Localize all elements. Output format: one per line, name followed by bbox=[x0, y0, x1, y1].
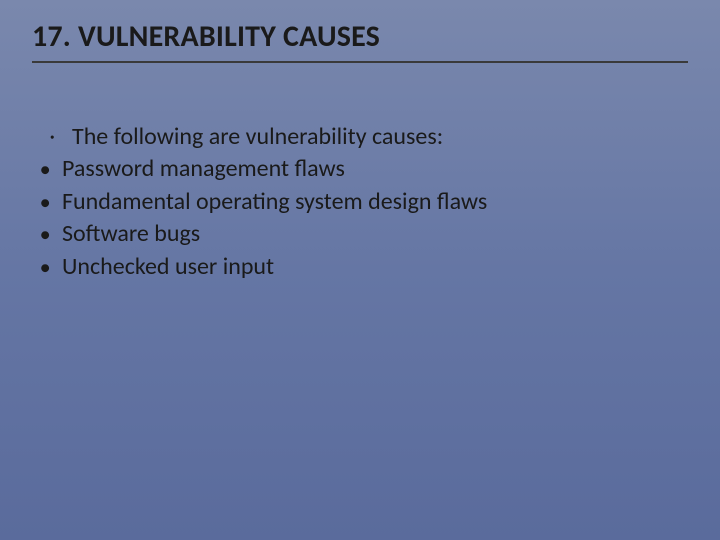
item-text: Unchecked user input bbox=[62, 251, 274, 283]
list-item: ● Fundamental operating system design fl… bbox=[40, 186, 688, 218]
bullet-icon: ● bbox=[40, 192, 62, 215]
slide: 17. VULNERABILITY CAUSES • The following… bbox=[0, 0, 720, 540]
item-text: Password management flaws bbox=[62, 153, 345, 185]
item-text: Software bugs bbox=[62, 218, 200, 250]
intro-line: • The following are vulnerability causes… bbox=[40, 121, 688, 153]
bullet-icon: ● bbox=[40, 224, 62, 247]
list-item: ● Password management flaws bbox=[40, 153, 688, 185]
slide-content: • The following are vulnerability causes… bbox=[32, 121, 688, 283]
item-text: Fundamental operating system design flaw… bbox=[62, 186, 487, 218]
list-item: ● Software bugs bbox=[40, 218, 688, 250]
bullet-icon: ● bbox=[40, 159, 62, 182]
list-item: ● Unchecked user input bbox=[40, 251, 688, 283]
bullet-icon: • bbox=[50, 121, 72, 153]
slide-title: 17. VULNERABILITY CAUSES bbox=[32, 18, 688, 63]
intro-text: The following are vulnerability causes: bbox=[72, 121, 443, 153]
bullet-icon: ● bbox=[40, 257, 62, 280]
